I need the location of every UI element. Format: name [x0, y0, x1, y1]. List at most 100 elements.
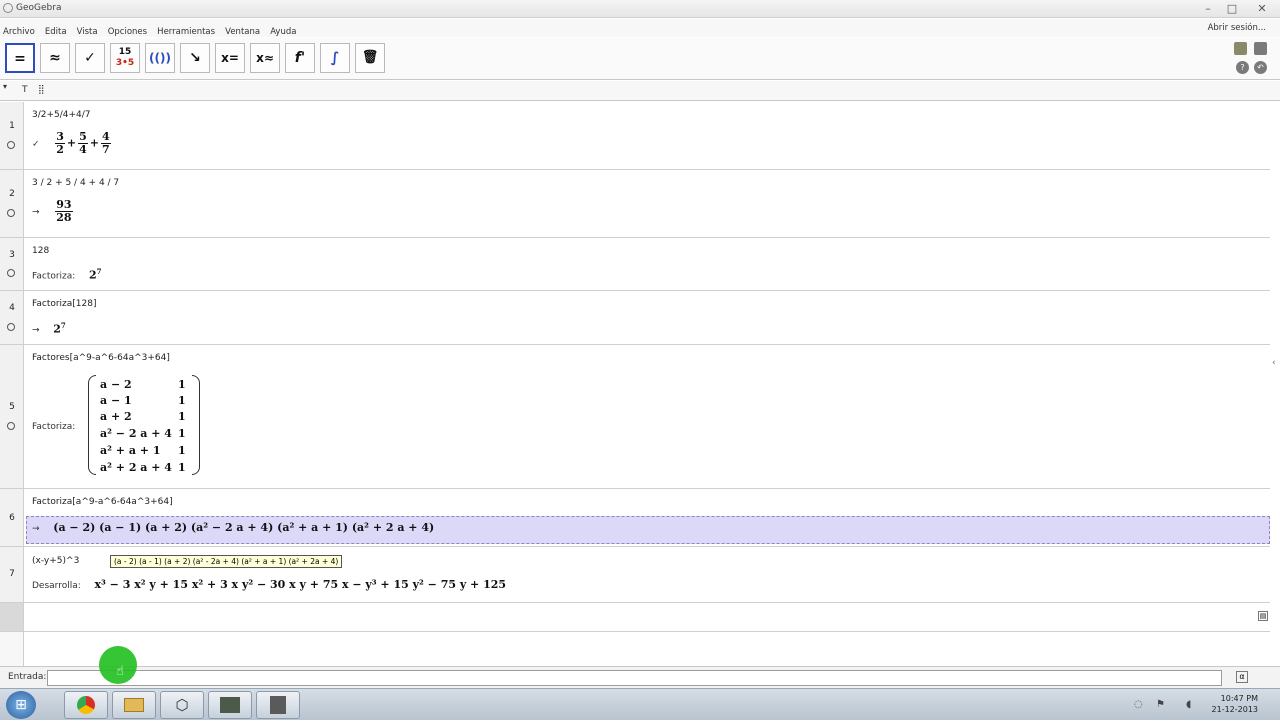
- cas-row-7[interactable]: 7 (x-y+5)^3 (a - 2) (a - 1) (a + 2) (a² …: [0, 547, 1270, 603]
- matrix-multiplicity: 1: [178, 461, 186, 474]
- row-input[interactable]: 128: [32, 246, 49, 256]
- clock-date: 21-12-2013: [1211, 705, 1259, 714]
- row-number: 2: [9, 189, 15, 199]
- matrix-multiplicity: 1: [178, 444, 186, 457]
- close-button[interactable]: ✕: [1244, 1, 1280, 16]
- evaluate-tool[interactable]: =: [5, 43, 35, 73]
- derivative-icon: f': [294, 50, 306, 66]
- solve-tool[interactable]: x=: [215, 43, 245, 73]
- menu-edita[interactable]: Edita: [42, 23, 69, 37]
- row-input[interactable]: 3/2+5/4+4/7: [32, 110, 91, 120]
- layout-icon[interactable]: ⣿: [38, 85, 45, 95]
- toggle-icon[interactable]: ▾: [3, 82, 7, 91]
- taskbar-geogebra[interactable]: ⬡: [160, 691, 204, 719]
- denominator: 7: [101, 143, 110, 156]
- row-output: → (a − 2) (a − 1) (a + 2) (a² − 2 a + 4)…: [32, 521, 434, 534]
- row-gutter: [0, 102, 24, 169]
- approx-icon: ≈: [49, 50, 61, 66]
- tray-volume-icon[interactable]: ◖: [1186, 699, 1191, 710]
- collapse-arrow-icon[interactable]: ‹: [1272, 358, 1276, 368]
- factor-top-icon: 15: [118, 47, 132, 57]
- menu-archivo[interactable]: Archivo: [0, 23, 37, 37]
- cas-row-2[interactable]: 2 3 / 2 + 5 / 4 + 4 / 7 → 93 28: [0, 170, 1270, 238]
- tray-network-icon[interactable]: ◌: [1134, 699, 1143, 710]
- substitute-tool[interactable]: ↘: [180, 43, 210, 73]
- row-output: → 27: [32, 321, 66, 336]
- exponent: 7: [96, 267, 102, 276]
- clock[interactable]: 10:47 PM 21-12-2013: [1212, 693, 1259, 715]
- cas-header: ▾ T ⣿: [0, 81, 1280, 101]
- delete-tool[interactable]: 🗑: [355, 43, 385, 73]
- derivative-tool[interactable]: f': [285, 43, 315, 73]
- row-number: 1: [9, 121, 15, 131]
- taskbar-notebook[interactable]: [208, 691, 252, 719]
- solve-numerically-tool[interactable]: x≈: [250, 43, 280, 73]
- menu-opciones[interactable]: Opciones: [105, 23, 149, 37]
- row-input[interactable]: Factoriza[a^9-a^6-64a^3+64]: [32, 497, 173, 507]
- taskbar-chrome[interactable]: [64, 691, 108, 719]
- cas-row-3[interactable]: 3 128 Factoriza: 27: [0, 238, 1270, 291]
- start-button[interactable]: ⊞: [6, 691, 36, 719]
- row-number: 3: [9, 250, 15, 260]
- fraction: 47: [100, 131, 111, 156]
- matrix-multiplicity: 1: [178, 427, 186, 440]
- login-link[interactable]: Abrir sesión...: [1208, 23, 1266, 33]
- menu-ventana[interactable]: Ventana: [222, 23, 262, 37]
- parentheses-icon: (()): [149, 51, 171, 65]
- input-help-icon[interactable]: α: [1236, 671, 1248, 683]
- fraction: 93 28: [55, 199, 73, 224]
- row-visibility-dot[interactable]: [7, 323, 15, 331]
- row-input[interactable]: (x-y+5)^3: [32, 556, 79, 566]
- numeric-tool[interactable]: ≈: [40, 43, 70, 73]
- menu-vista[interactable]: Vista: [74, 23, 100, 37]
- row-input[interactable]: 3 / 2 + 5 / 4 + 4 / 7: [32, 178, 119, 188]
- input-field[interactable]: [47, 670, 1222, 686]
- row-visibility-dot[interactable]: [7, 269, 15, 277]
- cas-row-5[interactable]: 5 Factores[a^9-a^6-64a^3+64] Factoriza: …: [0, 345, 1270, 489]
- settings-icon[interactable]: [1254, 42, 1267, 55]
- row-number: 6: [9, 513, 15, 523]
- row-visibility-dot[interactable]: [7, 422, 15, 430]
- undo-icon[interactable]: ↶: [1254, 61, 1267, 74]
- taskbar-recorder[interactable]: [256, 691, 300, 719]
- denominator: 4: [79, 143, 87, 156]
- cas-empty-area[interactable]: [0, 632, 1270, 666]
- output-value: x³ − 3 x² y + 15 x² + 3 x y² − 30 x y + …: [94, 578, 507, 591]
- menu-ayuda[interactable]: Ayuda: [267, 23, 298, 37]
- menu-herramientas[interactable]: Herramientas: [154, 23, 217, 37]
- right-paren: [192, 375, 200, 475]
- cas-row-6[interactable]: 6 Factoriza[a^9-a^6-64a^3+64] → (a − 2) …: [0, 489, 1270, 547]
- row-number: 5: [9, 402, 15, 412]
- matrix-multiplicity: 1: [178, 410, 186, 423]
- row-output: → 93 28: [32, 199, 75, 224]
- row-gutter: [0, 345, 24, 488]
- recorder-icon: [270, 696, 286, 714]
- input-label: Entrada:: [8, 672, 47, 682]
- factor-number-tool[interactable]: 15 3•5: [110, 43, 140, 73]
- folder-icon: [124, 698, 144, 712]
- row-visibility-dot[interactable]: [7, 209, 15, 217]
- matrix-factor: a² + 2 a + 4: [100, 461, 172, 474]
- tray-flag-icon[interactable]: ⚑: [1156, 699, 1165, 710]
- row-gutter: [0, 170, 24, 237]
- text-style-icon[interactable]: T: [22, 85, 28, 95]
- integral-tool[interactable]: ∫: [320, 43, 350, 73]
- keep-input-tool[interactable]: ✓: [75, 43, 105, 73]
- help-icon[interactable]: ?: [1236, 61, 1249, 74]
- expand-tool[interactable]: (()): [145, 43, 175, 73]
- row-visibility-dot[interactable]: [7, 141, 15, 149]
- row-input[interactable]: Factores[a^9-a^6-64a^3+64]: [32, 353, 170, 363]
- keyboard-icon[interactable]: ▤: [1258, 611, 1268, 621]
- minimize-button[interactable]: –: [1196, 1, 1220, 16]
- output-label: Desarrolla:: [32, 581, 81, 591]
- taskbar-folder[interactable]: [112, 691, 156, 719]
- row-input[interactable]: Factoriza[128]: [32, 299, 97, 309]
- left-paren: [88, 375, 96, 475]
- cas-row-1[interactable]: 1 3/2+5/4+4/7 ✓ 3 2 +5 4 +4 7: [0, 102, 1270, 170]
- cas-row-empty[interactable]: ▤: [0, 603, 1270, 632]
- toolbar: = ≈ ✓ 15 3•5 (()) ↘ x= x≈ f' ∫ 🗑 ? ↶: [0, 38, 1280, 80]
- cas-row-4[interactable]: 4 Factoriza[128] → 27: [0, 291, 1270, 345]
- perspective-icon[interactable]: [1234, 42, 1247, 55]
- row-gutter: [0, 238, 24, 290]
- maximize-button[interactable]: □: [1220, 1, 1244, 16]
